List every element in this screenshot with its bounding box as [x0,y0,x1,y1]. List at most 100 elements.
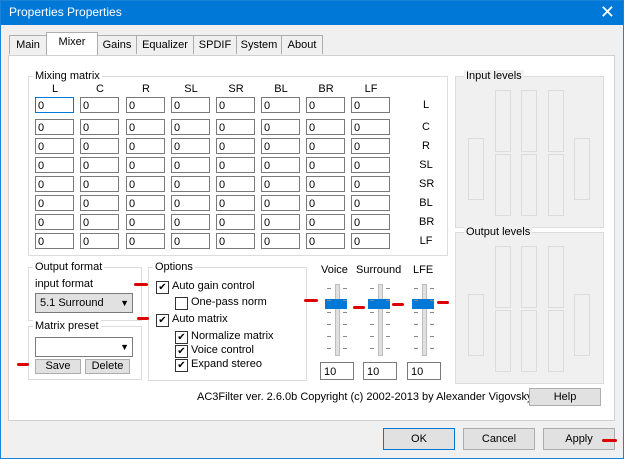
matrix-cell-c-lf[interactable]: 0 [351,119,390,135]
matrix-cell-lf-bl[interactable]: 0 [261,233,300,249]
auto-matrix-checkbox[interactable]: ✔ [156,314,169,327]
matrix-cell-c-sr[interactable]: 0 [216,119,255,135]
matrix-cell-lf-lf[interactable]: 0 [351,233,390,249]
matrix-cell-sr-lf[interactable]: 0 [351,176,390,192]
auto-gain-control-checkbox[interactable]: ✔ [156,281,169,294]
matrix-cell-sl-sl[interactable]: 0 [171,157,210,173]
matrix-cell-r-l[interactable]: 0 [35,138,74,154]
matrix-cell-r-sr[interactable]: 0 [216,138,255,154]
matrix-cell-l-bl[interactable]: 0 [261,97,300,113]
voice-control-checkbox[interactable]: ✔ [175,345,188,358]
tab-about[interactable]: About [281,35,323,54]
output-format-title: Output format [33,261,105,273]
matrix-cell-lf-r[interactable]: 0 [126,233,165,249]
matrix-preset-combo[interactable]: ▼ [35,337,133,357]
matrix-cell-lf-c[interactable]: 0 [80,233,119,249]
matrix-cell-c-bl[interactable]: 0 [261,119,300,135]
matrix-cell-l-sl[interactable]: 0 [171,97,210,113]
matrix-cell-br-bl[interactable]: 0 [261,214,300,230]
matrix-cell-br-sr[interactable]: 0 [216,214,255,230]
matrix-cell-sr-bl[interactable]: 0 [261,176,300,192]
matrix-cell-sl-l[interactable]: 0 [35,157,74,173]
matrix-cell-sl-bl[interactable]: 0 [261,157,300,173]
expand-stereo-checkbox[interactable]: ✔ [175,359,188,372]
matrix-cell-r-bl[interactable]: 0 [261,138,300,154]
matrix-cell-bl-c[interactable]: 0 [80,195,119,211]
auto-gain-control-label: Auto gain control [172,280,255,292]
matrix-column-header: L [51,83,59,95]
matrix-cell-bl-sr[interactable]: 0 [216,195,255,211]
matrix-cell-c-sl[interactable]: 0 [171,119,210,135]
slider-tick [414,288,418,289]
delete-button[interactable]: Delete [85,359,130,374]
matrix-cell-bl-r[interactable]: 0 [126,195,165,211]
tab-spdif[interactable]: SPDIF [193,35,237,54]
matrix-cell-r-br[interactable]: 0 [306,138,345,154]
matrix-row-label: BR [419,216,435,228]
matrix-cell-l-br[interactable]: 0 [306,97,345,113]
lfe-slider-track[interactable] [422,284,427,356]
matrix-cell-sr-sr[interactable]: 0 [216,176,255,192]
tab-mixer[interactable]: Mixer [46,32,98,55]
matrix-cell-r-sl[interactable]: 0 [171,138,210,154]
matrix-cell-br-l[interactable]: 0 [35,214,74,230]
matrix-cell-br-c[interactable]: 0 [80,214,119,230]
matrix-cell-c-c[interactable]: 0 [80,119,119,135]
matrix-cell-lf-sl[interactable]: 0 [171,233,210,249]
tab-equalizer[interactable]: Equalizer [136,35,194,54]
tab-gains[interactable]: Gains [97,35,137,54]
matrix-cell-lf-br[interactable]: 0 [306,233,345,249]
matrix-cell-sl-c[interactable]: 0 [80,157,119,173]
matrix-cell-r-c[interactable]: 0 [80,138,119,154]
matrix-cell-sr-r[interactable]: 0 [126,176,165,192]
annotation-mark [392,303,404,306]
cancel-button[interactable]: Cancel [463,428,535,450]
matrix-cell-l-sr[interactable]: 0 [216,97,255,113]
matrix-cell-sr-l[interactable]: 0 [35,176,74,192]
matrix-cell-r-r[interactable]: 0 [126,138,165,154]
matrix-cell-br-lf[interactable]: 0 [351,214,390,230]
matrix-cell-bl-br[interactable]: 0 [306,195,345,211]
matrix-cell-l-lf[interactable]: 0 [351,97,390,113]
matrix-cell-lf-l[interactable]: 0 [35,233,74,249]
one-pass-norm-checkbox[interactable] [175,297,188,310]
matrix-cell-l-c[interactable]: 0 [80,97,119,113]
matrix-cell-sr-c[interactable]: 0 [80,176,119,192]
matrix-cell-bl-bl[interactable]: 0 [261,195,300,211]
matrix-cell-sl-br[interactable]: 0 [306,157,345,173]
matrix-cell-br-sl[interactable]: 0 [171,214,210,230]
matrix-cell-lf-sr[interactable]: 0 [216,233,255,249]
matrix-row-label: R [422,140,430,152]
surround-value-field[interactable]: 10 [363,362,397,380]
matrix-cell-bl-l[interactable]: 0 [35,195,74,211]
surround-slider-track[interactable] [378,284,383,356]
matrix-cell-l-r[interactable]: 0 [126,97,165,113]
matrix-cell-sr-sl[interactable]: 0 [171,176,210,192]
matrix-cell-c-l[interactable]: 0 [35,119,74,135]
matrix-cell-c-r[interactable]: 0 [126,119,165,135]
output-format-select[interactable]: 5.1 Surround ▼ [35,293,133,313]
matrix-cell-l-l[interactable]: 0 [35,97,74,113]
ok-button[interactable]: OK [383,428,455,450]
help-button[interactable]: Help [529,388,601,406]
matrix-cell-c-br[interactable]: 0 [306,119,345,135]
matrix-cell-sr-br[interactable]: 0 [306,176,345,192]
matrix-cell-sl-r[interactable]: 0 [126,157,165,173]
matrix-cell-bl-sl[interactable]: 0 [171,195,210,211]
tab-system[interactable]: System [236,35,282,54]
matrix-cell-bl-lf[interactable]: 0 [351,195,390,211]
title-bar[interactable]: Properties Properties ✕ [1,1,623,25]
lfe-value-field[interactable]: 10 [407,362,441,380]
mixer-panel: Mixing matrix L C R SL SR BL BR LF 0 0 0 0 0 0 0 0 L 0 0 0 0… [8,55,615,421]
matrix-cell-r-lf[interactable]: 0 [351,138,390,154]
tab-main[interactable]: Main [9,35,47,54]
matrix-cell-br-br[interactable]: 0 [306,214,345,230]
matrix-cell-sl-sr[interactable]: 0 [216,157,255,173]
voice-value-field[interactable]: 10 [320,362,354,380]
normalize-matrix-checkbox[interactable]: ✔ [175,331,188,344]
save-button[interactable]: Save [35,359,81,374]
matrix-cell-br-r[interactable]: 0 [126,214,165,230]
close-icon[interactable]: ✕ [600,2,615,22]
voice-slider-track[interactable] [335,284,340,356]
matrix-cell-sl-lf[interactable]: 0 [351,157,390,173]
